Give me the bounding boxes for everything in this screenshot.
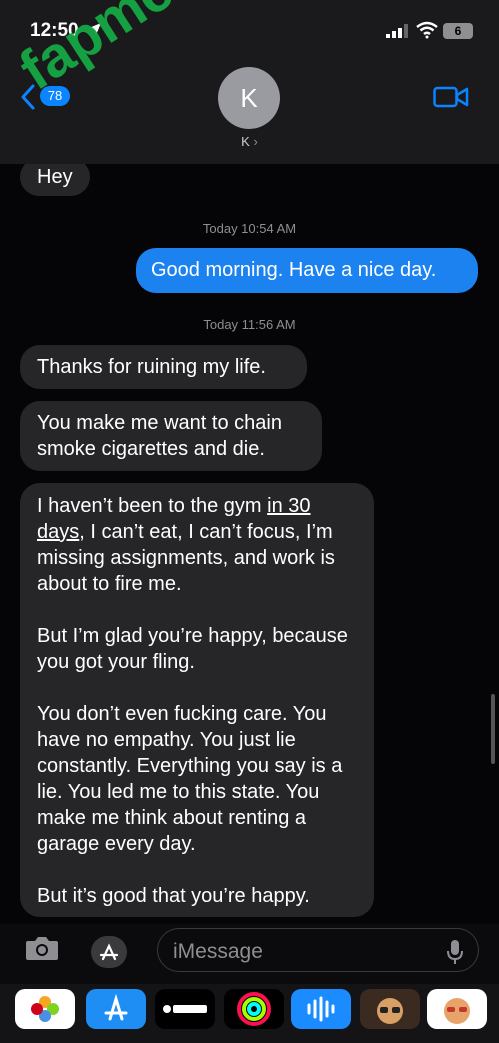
- message-text: You make me want to chain smoke cigarett…: [37, 412, 282, 460]
- memoji-sticker-icon: [444, 998, 470, 1024]
- message-bubble-long: I haven’t been to the gym in 30 days, I …: [20, 483, 374, 917]
- message-input-placeholder: iMessage: [173, 940, 263, 963]
- contact-name[interactable]: K ›: [0, 134, 499, 149]
- message-bubble-thanks: Thanks for ruining my life.: [20, 345, 307, 389]
- message-text: Thanks for ruining my life.: [37, 356, 266, 378]
- photos-icon: [31, 996, 59, 1022]
- message-paragraph: I haven’t been to the gym in 30 days, I …: [37, 493, 362, 597]
- camera-icon[interactable]: [24, 934, 60, 962]
- battery-indicator: 6: [443, 23, 473, 39]
- video-call-icon[interactable]: [433, 85, 469, 109]
- message-bubble-hey: Hey: [20, 164, 90, 196]
- activity-app-icon[interactable]: [224, 989, 284, 1029]
- chevron-right-icon: ›: [253, 134, 258, 149]
- microphone-icon[interactable]: [447, 939, 463, 965]
- message-text: Hey: [37, 166, 73, 188]
- audio-message-app-icon[interactable]: [291, 989, 351, 1029]
- timestamp: Today 11:56 AM: [203, 317, 296, 332]
- photos-app-icon[interactable]: [15, 989, 75, 1029]
- message-text: , I can’t eat, I can’t focus, I’m missin…: [37, 521, 335, 595]
- cellular-signal-icon: [386, 24, 408, 38]
- message-paragraph: But I’m glad you’re happy, because you g…: [37, 625, 348, 673]
- contact-avatar[interactable]: K: [218, 67, 280, 129]
- scroll-indicator[interactable]: [491, 694, 495, 764]
- message-paragraph: You don’t even fucking care. You have no…: [37, 703, 343, 855]
- message-paragraph: But it’s good that you’re happy.: [37, 885, 310, 907]
- contact-name-label: K: [241, 134, 250, 149]
- memoji-app-icon[interactable]: [360, 989, 420, 1029]
- timestamp: Today 10:54 AM: [202, 221, 297, 236]
- message-text: Good morning. Have a nice day.: [151, 259, 437, 281]
- app-store-button[interactable]: [91, 936, 127, 968]
- apple-cash-icon: [163, 1005, 207, 1013]
- app-store-icon: [104, 993, 128, 1021]
- activity-rings-icon: [237, 992, 271, 1026]
- app-store-app-icon[interactable]: [86, 989, 146, 1029]
- message-list[interactable]: Hey Today 10:54 AM Good morning. Have a …: [0, 164, 499, 924]
- memoji-stickers-app-icon[interactable]: [427, 989, 487, 1029]
- audio-waveform-icon: [307, 996, 335, 1022]
- message-bubble-good-morning: Good morning. Have a nice day.: [136, 248, 478, 293]
- apple-cash-app-icon[interactable]: [155, 989, 215, 1029]
- wifi-icon: [416, 21, 438, 39]
- memoji-icon: [377, 998, 403, 1024]
- app-store-icon: [99, 943, 119, 961]
- message-bubble-chain-smoke: You make me want to chain smoke cigarett…: [20, 401, 322, 471]
- message-text: I haven’t been to the gym: [37, 495, 268, 517]
